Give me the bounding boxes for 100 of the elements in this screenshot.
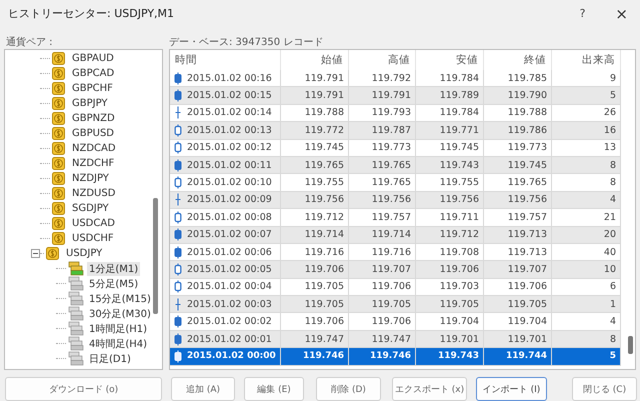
column-header[interactable]: 安値 [416,50,484,70]
table-cell: 119.705 [416,296,484,314]
time-text: 2015.01.02 00:10 [187,177,272,188]
table-cell: 119.791 [281,87,349,105]
time-cell[interactable]: 2015.01.02 00:07 [170,226,281,244]
time-text: 2015.01.02 00:06 [187,246,272,258]
table-cell: 119.789 [416,87,484,105]
dialog-button[interactable]: 閉じる (C) [572,377,637,401]
time-text: 2015.01.02 00:13 [187,124,272,136]
coin-icon [52,82,65,95]
time-text: 2015.01.02 00:11 [187,160,272,171]
dialog-button[interactable]: 削除 (D) [316,377,381,401]
table-cell: 119.756 [416,192,484,210]
table-cell: 119.756 [349,192,416,210]
tree-item[interactable]: GBPNZD [70,113,117,124]
table-cell: 119.743 [416,156,484,174]
table-cell: 119.772 [281,122,349,140]
table-cell: 119.756 [281,192,349,210]
dialog-button[interactable]: 追加 (A) [171,377,235,401]
time-cell[interactable]: 2015.01.02 00:11 [170,156,281,174]
database-icon [68,261,84,276]
timeframe-item[interactable]: 15分足(M15) [87,292,153,306]
tree-item[interactable]: USDJPY [64,248,104,259]
time-cell[interactable]: 2015.01.02 00:15 [170,87,281,105]
tree-item[interactable]: USDCAD [70,218,117,229]
time-text: 2015.01.02 00:16 [187,72,272,84]
table-cell: 119.707 [349,261,416,279]
time-text: 2015.01.02 00:05 [187,264,272,275]
tree-item[interactable]: GBPCHF [70,83,115,94]
timeframe-item[interactable]: 日足(D1) [87,352,133,366]
coin-icon [52,97,65,110]
column-header[interactable]: 終値 [484,50,552,70]
tree-label: 通貨ペア : [5,36,54,49]
tree-item[interactable]: NZDUSD [70,188,118,199]
time-text: 2015.01.02 00:09 [187,194,272,206]
tree-item[interactable]: GBPCAD [70,68,116,79]
time-cell[interactable]: 2015.01.02 00:09 [170,192,281,210]
table-cell: 5 [552,87,621,105]
time-cell[interactable]: 2015.01.02 00:01 [170,330,281,348]
table-cell: 119.745 [484,156,552,174]
time-cell[interactable]: 2015.01.02 00:05 [170,261,281,279]
dialog-button[interactable]: ダウンロード (o) [5,377,162,401]
tree-item[interactable]: NZDCHF [70,158,116,169]
coin-icon [52,112,65,125]
table-cell: 5 [552,348,621,366]
time-text: 2015.01.02 00:00 [187,351,276,362]
collapse-icon[interactable] [31,249,40,258]
timeframe-item[interactable]: 5分足(M5) [87,276,140,290]
table-cell: 119.714 [349,226,416,244]
tree-item[interactable]: SGDJPY [70,203,111,214]
coin-icon [52,187,65,200]
timeframe-item[interactable]: 1分足(M1) [87,262,140,276]
database-icon [68,291,84,306]
coin-icon [46,247,59,260]
scrollbar-thumb[interactable] [153,198,158,314]
timeframe-item[interactable]: 30分足(M30) [87,306,153,320]
timeframe-item[interactable]: 1時間足(H1) [87,322,150,336]
coin-icon [52,202,65,215]
table-cell: 119.756 [484,192,552,210]
table-cell: 16 [552,122,621,140]
coin-icon [52,157,65,170]
database-icon [68,336,84,351]
column-header[interactable]: 出来高 [552,50,621,70]
table-cell: 119.714 [281,226,349,244]
table-cell: 119.712 [416,226,484,244]
coin-icon [52,52,65,65]
table-cell: 119.707 [484,261,552,279]
time-text: 2015.01.02 00:14 [187,107,272,118]
table-cell: 119.705 [484,296,552,314]
column-header[interactable]: 始値 [281,50,349,70]
tree-item[interactable]: GBPAUD [70,53,116,64]
database-icon [68,276,84,291]
timeframe-item[interactable]: 4時間足(H4) [87,336,150,350]
table-cell: 119.705 [281,296,349,314]
time-text: 2015.01.02 00:08 [187,212,272,223]
time-cell[interactable]: 2015.01.02 00:13 [170,122,281,140]
tree-item[interactable]: NZDJPY [70,173,111,184]
column-header[interactable]: 高値 [349,50,416,70]
close-button[interactable]: × [615,4,628,22]
tree-item[interactable]: GBPUSD [70,128,116,139]
time-cell[interactable]: 2015.01.02 00:03 [170,296,281,314]
time-text: 2015.01.02 00:12 [187,142,272,154]
dialog-button[interactable]: インポート (I) [476,377,547,401]
tree-item[interactable]: USDCHF [70,233,116,244]
table-cell: 119.790 [484,87,552,105]
time-text: 2015.01.02 00:03 [187,298,272,310]
time-cell[interactable]: 2015.01.02 00:00 [170,348,281,366]
table-cell: 119.744 [484,348,552,366]
tree-item[interactable]: GBPJPY [70,98,110,109]
time-text: 2015.01.02 00:02 [187,316,272,328]
table-cell: 119.787 [349,122,416,140]
table-cell: 119.701 [416,330,484,348]
dialog-button[interactable]: 編集 (E) [244,377,304,401]
scrollbar-thumb[interactable] [628,336,633,354]
tree-item[interactable]: NZDCAD [70,143,118,154]
time-text: 2015.01.02 00:07 [187,229,272,240]
table-cell: 8 [552,330,621,348]
dialog-button[interactable]: エクスポート (x) [392,377,467,401]
column-header[interactable]: 時間 [170,50,281,70]
help-button[interactable]: ? [580,7,586,20]
